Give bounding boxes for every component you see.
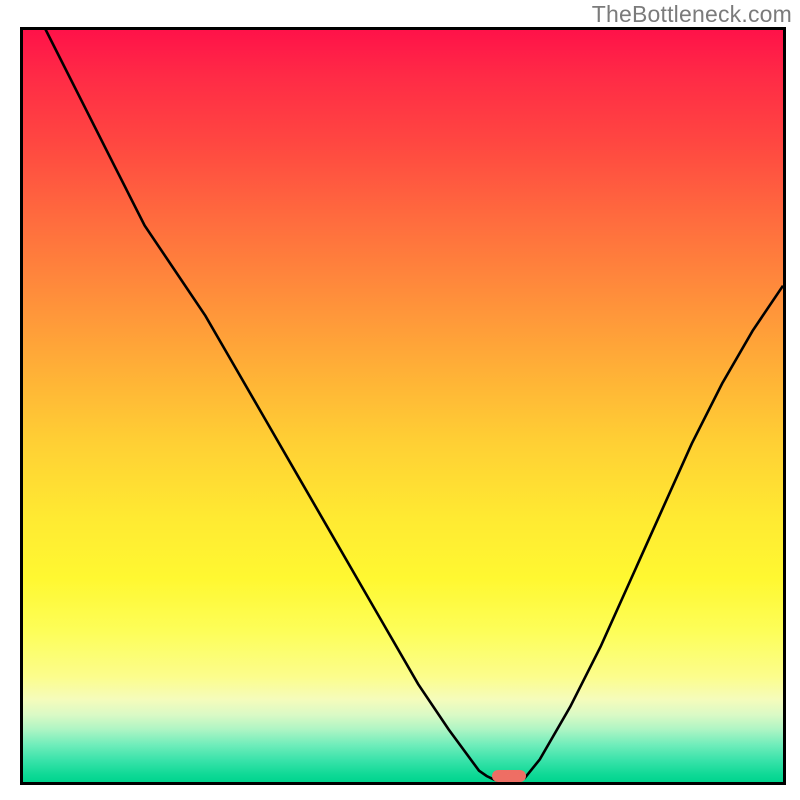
background-gradient — [23, 30, 783, 782]
chart-container: TheBottleneck.com — [0, 0, 800, 800]
watermark-text: TheBottleneck.com — [592, 1, 792, 28]
optimal-marker — [492, 770, 526, 782]
plot-area — [20, 27, 786, 785]
